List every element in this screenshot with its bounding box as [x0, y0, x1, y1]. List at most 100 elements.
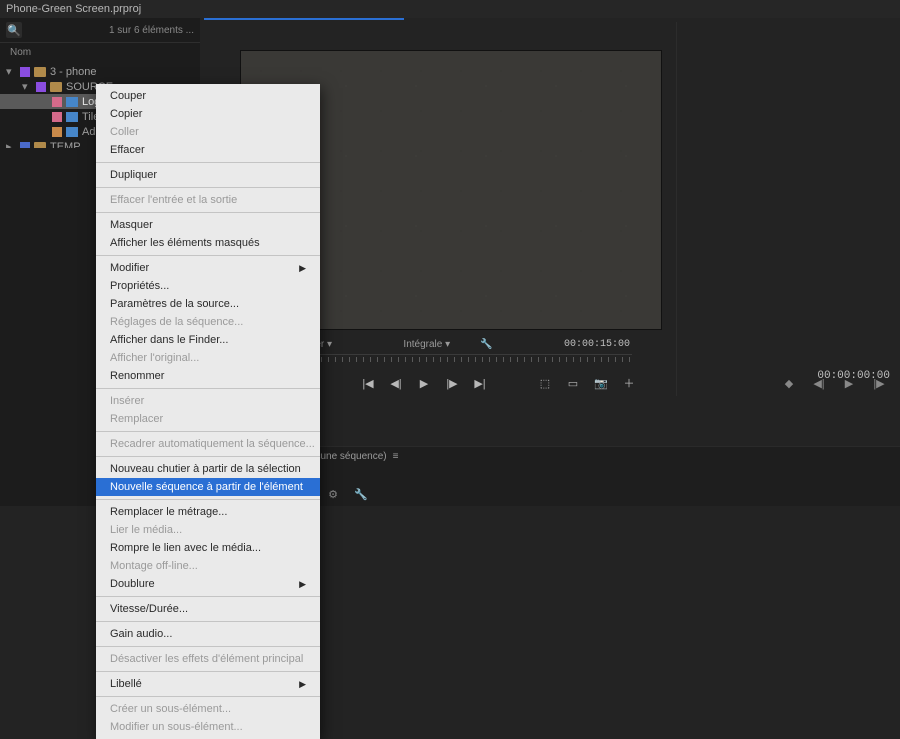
menu-item: Remplacer [96, 410, 320, 428]
menu-item-label: Montage off-line... [110, 559, 198, 573]
menu-item: Afficher l'original... [96, 349, 320, 367]
menu-separator [96, 388, 320, 389]
menu-item-label: Créer un sous-élément... [110, 702, 231, 716]
menu-item[interactable]: Libellé ▶ [96, 675, 320, 693]
menu-item-label: Gain audio... [110, 627, 172, 641]
menu-separator [96, 499, 320, 500]
menu-item[interactable]: Gain audio... [96, 625, 320, 643]
right-transport: ◆ ◀| ▶ |▶ [677, 376, 900, 390]
settings-icon[interactable]: ⚙ [326, 487, 340, 501]
menu-item-label: Effacer [110, 143, 145, 157]
menu-item: Modifier un sous-élément... [96, 718, 320, 736]
menu-item-label: Paramètres de la source... [110, 297, 239, 311]
menu-item[interactable]: Nouvelle séquence à partir de l'élément [96, 478, 320, 496]
menu-item-label: Lier le média... [110, 523, 182, 537]
menu-item-label: Afficher les éléments masqués [110, 236, 260, 250]
menu-separator [96, 255, 320, 256]
out-timecode[interactable]: 00:00:15:00 [564, 339, 630, 350]
menu-item[interactable]: Afficher les éléments masqués [96, 234, 320, 252]
menu-item[interactable]: Masquer [96, 216, 320, 234]
menu-item-label: Afficher dans le Finder... [110, 333, 228, 347]
folder-icon [34, 67, 46, 77]
menu-item[interactable]: Renommer [96, 367, 320, 385]
menu-item-label: Remplacer le métrage... [110, 505, 227, 519]
menu-item: Désactiver les effets d'élément principa… [96, 650, 320, 668]
label-swatch [52, 97, 62, 107]
disclosure-icon[interactable]: ▾ [6, 65, 16, 78]
label-swatch [52, 112, 62, 122]
title-bar: Phone-Green Screen.prproj [0, 0, 900, 18]
menu-item[interactable]: Afficher dans le Finder... [96, 331, 320, 349]
wrench-icon[interactable]: 🔧 [354, 487, 368, 501]
menu-item-label: Modifier [110, 261, 149, 275]
step-fwd-icon[interactable]: |▶ [872, 376, 886, 390]
menu-item[interactable]: Propriétés... [96, 277, 320, 295]
menu-item: Réglages de la séquence... [96, 313, 320, 331]
add-button-icon[interactable]: ＋ [622, 376, 636, 390]
menu-item[interactable]: Paramètres de la source... [96, 295, 320, 313]
goto-in-icon[interactable]: |◀ [361, 376, 375, 390]
menu-item[interactable]: Copier [96, 105, 320, 123]
menu-item: Effacer l'entrée et la sortie [96, 191, 320, 209]
column-header-name[interactable]: Nom [0, 42, 200, 62]
scale-dropdown[interactable]: Intégrale ▾ [403, 339, 450, 350]
submenu-arrow-icon: ▶ [299, 577, 306, 591]
disclosure-icon[interactable]: ▾ [22, 80, 32, 93]
play-icon[interactable]: ▶ [842, 376, 856, 390]
menu-item[interactable]: Dupliquer [96, 166, 320, 184]
tab-menu-icon[interactable]: ≡ [393, 451, 399, 462]
menu-item-label: Désactiver les effets d'élément principa… [110, 652, 303, 666]
label-swatch [52, 127, 62, 137]
menu-item-label: Vitesse/Durée... [110, 602, 188, 616]
clip-icon [66, 97, 78, 107]
menu-item: Insérer [96, 392, 320, 410]
marker-icon[interactable]: ◆ [782, 376, 796, 390]
menu-item: Recadrer automatiquement la séquence... [96, 435, 320, 453]
label-swatch [20, 67, 30, 77]
menu-item[interactable]: Effacer [96, 141, 320, 159]
step-back-icon[interactable]: ◀| [812, 376, 826, 390]
menu-item: Montage off-line... [96, 557, 320, 575]
search-icon[interactable]: 🔍 [6, 22, 22, 38]
menu-item-label: Nouveau chutier à partir de la sélection [110, 462, 301, 476]
lift-icon[interactable]: ⬚ [538, 376, 552, 390]
item-count: 1 sur 6 éléments ... [109, 25, 194, 36]
menu-item[interactable]: Nouveau chutier à partir de la sélection [96, 460, 320, 478]
menu-item-label: Libellé [110, 677, 142, 691]
menu-item[interactable]: Doublure ▶ [96, 575, 320, 593]
menu-item-label: Propriétés... [110, 279, 169, 293]
tree-item-label: 3 - phone [50, 66, 196, 78]
goto-out-icon[interactable]: ▶| [473, 376, 487, 390]
project-toolbar: 🔍 1 sur 6 éléments ... [0, 18, 200, 42]
menu-item-label: Renommer [110, 369, 164, 383]
export-frame-icon[interactable]: 📷 [594, 376, 608, 390]
menu-item: Coller [96, 123, 320, 141]
menu-item[interactable]: Modifier▶ [96, 259, 320, 277]
menu-item[interactable]: Couper [96, 87, 320, 105]
menu-item-label: Modifier un sous-élément... [110, 720, 243, 734]
clip-icon [66, 127, 78, 137]
context-menu[interactable]: Couper CopierColler Effacer Dupliquer Efface… [96, 84, 320, 739]
menu-item-label: Couper [110, 89, 146, 103]
active-panel-underline [204, 18, 404, 20]
menu-separator [96, 696, 320, 697]
menu-separator [96, 646, 320, 647]
folder-icon [50, 82, 62, 92]
menu-item-label: Doublure [110, 577, 155, 591]
wrench-icon[interactable]: 🔧 [480, 339, 492, 350]
menu-separator [96, 431, 320, 432]
label-swatch [36, 82, 46, 92]
extract-icon[interactable]: ▭ [566, 376, 580, 390]
menu-item-label: Remplacer [110, 412, 163, 426]
submenu-arrow-icon: ▶ [299, 677, 306, 691]
play-icon[interactable]: ▶ [417, 376, 431, 390]
menu-item[interactable]: Rompre le lien avec le média... [96, 539, 320, 557]
menu-item-label: Masquer [110, 218, 153, 232]
menu-item-label: Rompre le lien avec le média... [110, 541, 261, 555]
menu-separator [96, 596, 320, 597]
folder-row[interactable]: ▾ 3 - phone [0, 64, 200, 79]
menu-item[interactable]: Vitesse/Durée... [96, 600, 320, 618]
menu-separator [96, 671, 320, 672]
step-back-icon[interactable]: ◀| [389, 376, 403, 390]
step-fwd-icon[interactable]: |▶ [445, 376, 459, 390]
